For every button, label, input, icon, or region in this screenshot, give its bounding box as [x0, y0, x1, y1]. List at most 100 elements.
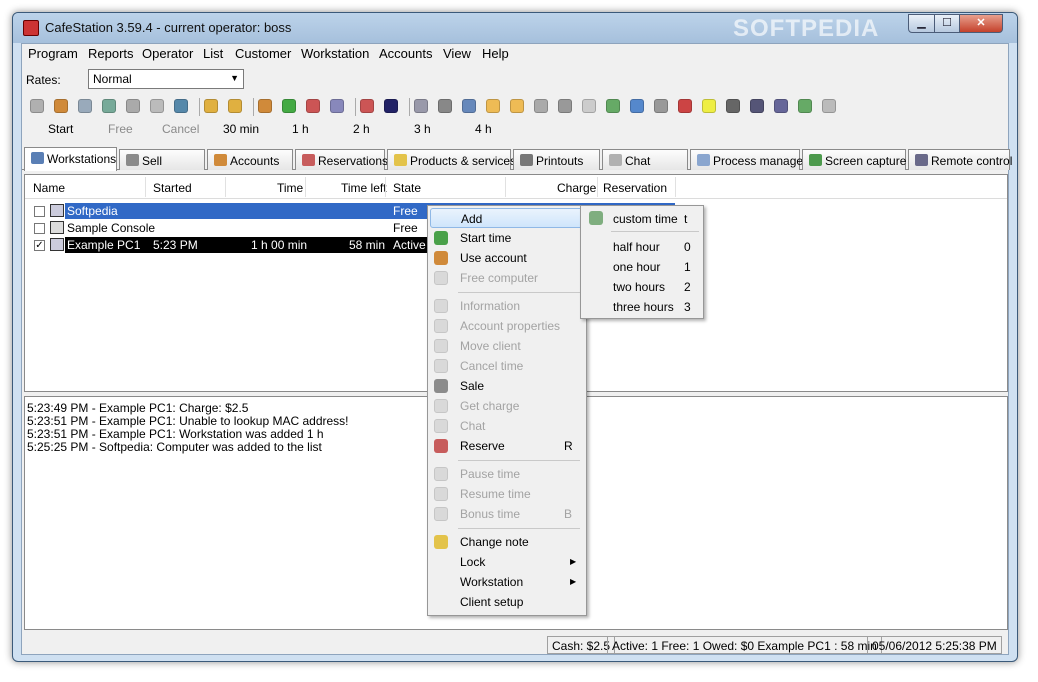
menu-workstation[interactable]: Workstation: [301, 46, 369, 61]
menu-item-pause-time[interactable]: Pause time: [430, 464, 584, 484]
tab-sell[interactable]: Sell: [119, 149, 205, 170]
arrow-icon[interactable]: [798, 99, 812, 113]
menu-list[interactable]: List: [203, 46, 223, 61]
money-icon[interactable]: [282, 99, 296, 113]
submenu-item-half-hour[interactable]: half hour 0: [583, 236, 701, 256]
transfer-icon[interactable]: [534, 99, 548, 113]
chart-icon[interactable]: [306, 99, 320, 113]
check-icon[interactable]: [150, 99, 164, 113]
tab-printouts[interactable]: Printouts: [513, 149, 600, 170]
menu-reports[interactable]: Reports: [88, 46, 134, 61]
column-name[interactable]: Name: [33, 181, 65, 195]
30-min-button[interactable]: 30 min: [223, 122, 259, 136]
cubes-icon[interactable]: [360, 99, 374, 113]
pencil-icon[interactable]: [510, 99, 524, 113]
1-h-button[interactable]: 1 h: [292, 122, 309, 136]
cart2-icon[interactable]: [558, 99, 572, 113]
menu-item-move-client[interactable]: Move client: [430, 336, 584, 356]
menu-item-sale[interactable]: Sale: [430, 376, 584, 396]
minimize-button[interactable]: ▁: [908, 14, 935, 33]
lock-icon[interactable]: [204, 99, 218, 113]
move-icon[interactable]: [102, 99, 116, 113]
search-icon[interactable]: [78, 99, 92, 113]
menu-item-resume-time[interactable]: Resume time: [430, 484, 584, 504]
menu-accounts[interactable]: Accounts: [379, 46, 432, 61]
menu-operator[interactable]: Operator: [142, 46, 193, 61]
menu-item-cancel-time[interactable]: Cancel time: [430, 356, 584, 376]
row-checkbox[interactable]: [34, 206, 45, 217]
info-icon[interactable]: [30, 99, 44, 113]
unlock-icon[interactable]: [228, 99, 242, 113]
row-checkbox[interactable]: [34, 223, 45, 234]
menu-item-start-time[interactable]: Start time: [430, 228, 584, 248]
cart-icon: [126, 154, 139, 166]
column-state[interactable]: State: [393, 181, 421, 195]
wrench-icon[interactable]: [126, 99, 140, 113]
mail-icon[interactable]: [462, 99, 476, 113]
cart-icon[interactable]: [438, 99, 452, 113]
title-bar[interactable]: CafeStation 3.59.4 - current operator: b…: [13, 13, 1017, 43]
menu-item-lock[interactable]: Lock ▶: [430, 552, 584, 572]
start-button[interactable]: Start: [48, 122, 73, 136]
submenu-item-three-hours[interactable]: three hours 3: [583, 296, 701, 316]
menu-help[interactable]: Help: [482, 46, 509, 61]
user-icon[interactable]: [54, 99, 68, 113]
account-icon[interactable]: [258, 99, 272, 113]
menu-item-client-setup[interactable]: Client setup: [430, 592, 584, 612]
timer-icon[interactable]: [606, 99, 620, 113]
cancel-button[interactable]: Cancel: [162, 122, 199, 136]
row-checkbox[interactable]: ✓: [34, 240, 45, 251]
column-reservation[interactable]: Reservation: [603, 181, 667, 195]
menu-item-bonus-time[interactable]: Bonus time B: [430, 504, 584, 524]
key-icon[interactable]: [822, 99, 836, 113]
column-charge[interactable]: Charge: [557, 181, 596, 195]
menu-item-reserve[interactable]: Reserve R: [430, 436, 584, 456]
4-h-button[interactable]: 4 h: [475, 122, 492, 136]
tab-products-services[interactable]: Products & services: [387, 149, 516, 170]
list-icon[interactable]: [654, 99, 668, 113]
submenu-item-two-hours[interactable]: two hours 2: [583, 276, 701, 296]
menu-item-information[interactable]: Information: [430, 296, 584, 316]
window-icon[interactable]: [678, 99, 692, 113]
table-icon[interactable]: [330, 99, 344, 113]
tab-reservations[interactable]: Reservations: [295, 149, 388, 170]
computer-icon[interactable]: [414, 99, 428, 113]
tab-chat[interactable]: Chat: [602, 149, 688, 170]
menu-item-chat[interactable]: Chat: [430, 416, 584, 436]
tab-remote-control[interactable]: Remote control: [908, 149, 1012, 170]
note-icon[interactable]: [486, 99, 500, 113]
printer-icon[interactable]: [726, 99, 740, 113]
menu-item-account-properties[interactable]: Account properties: [430, 316, 584, 336]
tab-screen-capture[interactable]: Screen capture: [802, 149, 906, 170]
network-icon[interactable]: [630, 99, 644, 113]
menu-customer[interactable]: Customer: [235, 46, 291, 61]
2-h-button[interactable]: 2 h: [353, 122, 370, 136]
submenu-item-one-hour[interactable]: one hour 1: [583, 256, 701, 276]
menu-item-change-note[interactable]: Change note: [430, 532, 584, 552]
server-icon[interactable]: [750, 99, 764, 113]
free-button[interactable]: Free: [108, 122, 133, 136]
edit-icon[interactable]: [702, 99, 716, 113]
clock-icon[interactable]: [582, 99, 596, 113]
3-h-button[interactable]: 3 h: [414, 122, 431, 136]
menu-item-add[interactable]: Add: [430, 208, 584, 228]
menu-view[interactable]: View: [443, 46, 471, 61]
tab-accounts[interactable]: Accounts: [207, 149, 293, 170]
tab-process-manager[interactable]: Process manager: [690, 149, 807, 170]
tab-workstations[interactable]: Workstations: [24, 147, 117, 171]
menu-program[interactable]: Program: [28, 46, 78, 61]
submenu-item-custom-time[interactable]: custom time t: [583, 208, 701, 228]
monitor-icon[interactable]: [174, 99, 188, 113]
menu-item-free-computer[interactable]: Free computer: [430, 268, 584, 288]
close-button[interactable]: ✕: [959, 14, 1003, 33]
monitor2-icon[interactable]: [774, 99, 788, 113]
menu-item-get-charge[interactable]: Get charge: [430, 396, 584, 416]
column-time-left[interactable]: Time left: [341, 181, 387, 195]
rates-dropdown[interactable]: Normal ▼: [88, 69, 244, 89]
menu-item-workstation[interactable]: Workstation ▶: [430, 572, 584, 592]
column-started[interactable]: Started: [153, 181, 192, 195]
maximize-button[interactable]: ☐: [934, 14, 960, 33]
menu-item-use-account[interactable]: Use account: [430, 248, 584, 268]
column-time[interactable]: Time: [277, 181, 303, 195]
operator-icon[interactable]: [384, 99, 398, 113]
